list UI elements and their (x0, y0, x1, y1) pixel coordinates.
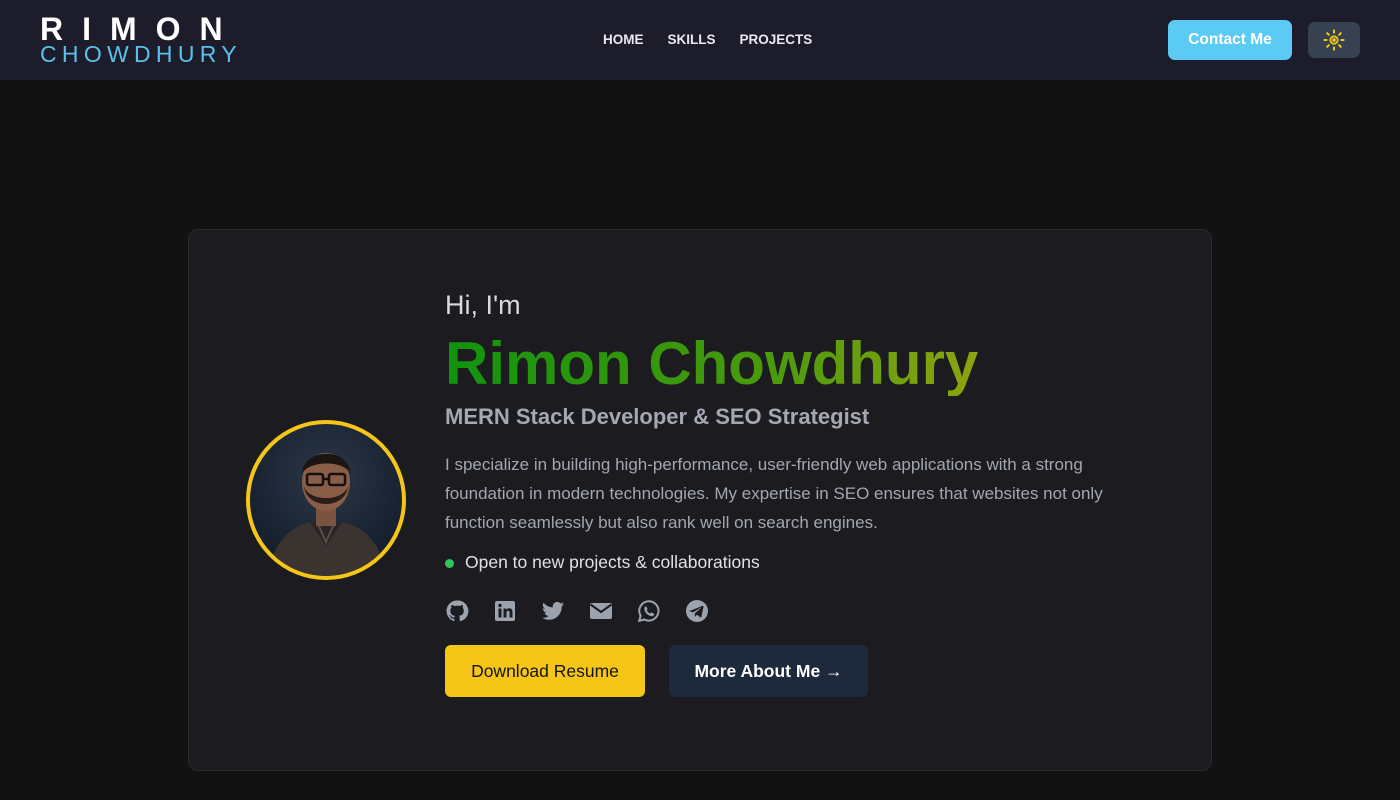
hero-bio: I specialize in building high-performanc… (445, 455, 1103, 532)
nav-home[interactable]: HOME (603, 32, 644, 47)
hero-content: Hi, I'm Rimon Chowdhury MERN Stack Devel… (445, 288, 1165, 697)
hero-card: Hi, I'm Rimon Chowdhury MERN Stack Devel… (188, 229, 1212, 771)
contact-me-button[interactable]: Contact Me (1168, 20, 1292, 60)
sun-icon (1323, 29, 1345, 51)
email-icon[interactable] (589, 599, 613, 623)
hero-name: Rimon Chowdhury (445, 332, 1165, 396)
linkedin-icon[interactable] (493, 599, 517, 623)
top-navbar: RIMON CHOWDHURY HOME SKILLS PROJECTS Con… (0, 0, 1400, 80)
main-nav: HOME SKILLS PROJECTS (603, 32, 812, 47)
avatar (246, 420, 406, 580)
nav-skills[interactable]: SKILLS (668, 32, 716, 47)
status-text: Open to new projects & collaborations (465, 552, 760, 572)
theme-toggle-button[interactable] (1308, 22, 1360, 58)
github-icon[interactable] (445, 599, 469, 623)
nav-projects[interactable]: PROJECTS (740, 32, 813, 47)
profile-photo (268, 453, 386, 576)
telegram-icon[interactable] (685, 599, 709, 623)
hero-role: MERN Stack Developer & SEO Strategist (445, 404, 870, 429)
more-about-me-button[interactable]: More About Me → (669, 645, 868, 697)
whatsapp-icon[interactable] (637, 599, 661, 623)
status-dot (445, 558, 454, 568)
social-links (445, 599, 1165, 623)
twitter-icon[interactable] (541, 599, 565, 623)
download-resume-button[interactable]: Download Resume (445, 645, 645, 697)
greeting: Hi, I'm (445, 290, 521, 320)
logo-last-name: CHOWDHURY (40, 41, 242, 67)
logo[interactable]: RIMON CHOWDHURY (40, 13, 242, 66)
availability-status: Open to new projects & collaborations (445, 551, 1165, 573)
hero-actions: Download Resume More About Me → (445, 645, 1165, 697)
